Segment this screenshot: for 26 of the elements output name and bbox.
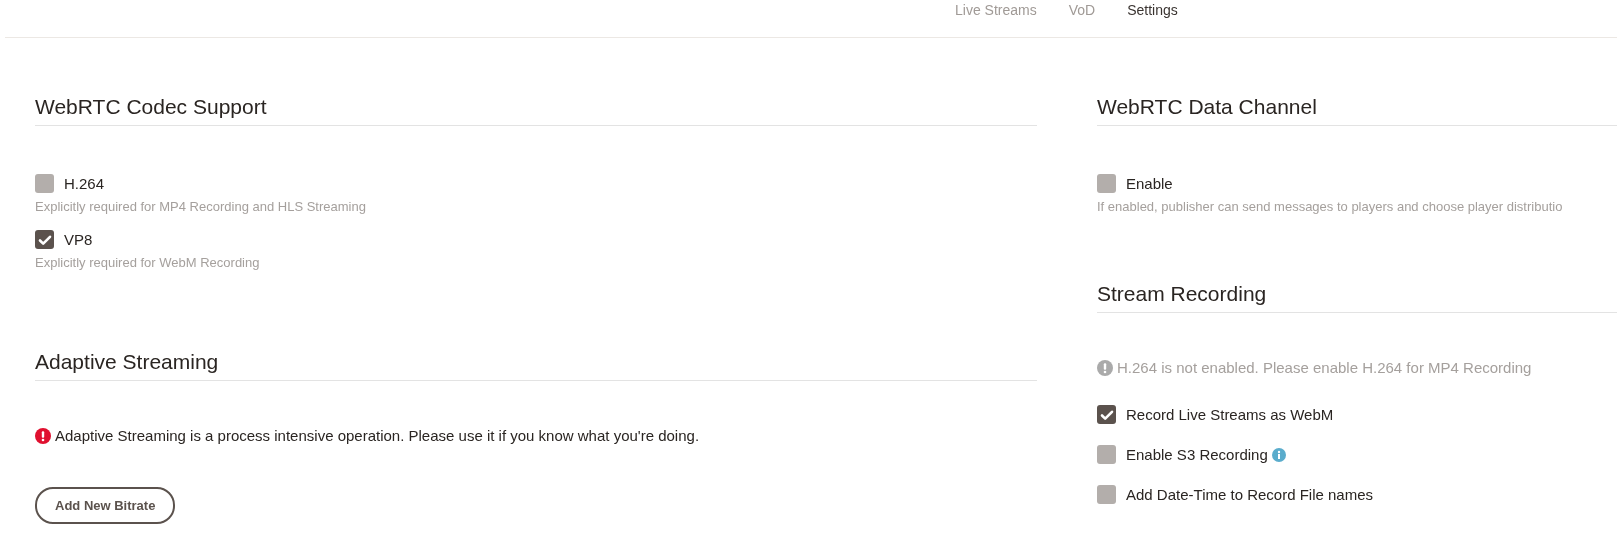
section-heading: WebRTC Codec Support: [35, 95, 1037, 126]
checkbox-label: Enable S3 Recording: [1126, 446, 1268, 463]
section-heading: Adaptive Streaming: [35, 350, 1037, 381]
exclamation-icon: [1097, 359, 1113, 376]
checkbox-label: H.264: [64, 175, 105, 192]
info-icon[interactable]: [1271, 447, 1286, 462]
checkbox-label: Add Date-Time to Record File names: [1126, 486, 1374, 503]
checkbox[interactable]: [1097, 485, 1116, 504]
checkbox-label: Enable: [1126, 175, 1173, 192]
section-heading: WebRTC Data Channel: [1097, 95, 1617, 126]
alert-text: H.264 is not enabled. Please enable H.264 for MP4 Recording: [1117, 359, 1532, 376]
checkbox[interactable]: [35, 230, 54, 249]
nav-tab[interactable]: Settings: [1127, 1, 1178, 18]
checkbox-label: VP8: [64, 231, 93, 248]
checkbox-label: Record Live Streams as WebM: [1126, 406, 1334, 423]
hint-text: Explicitly required for MP4 Recording and HLS Streaming: [35, 199, 367, 214]
checkbox[interactable]: [1097, 405, 1116, 424]
hint-text: Explicitly required for WebM Recording: [35, 255, 261, 270]
hint-text: If enabled, publisher can send messages to players and choose player distributio: [1097, 199, 1564, 214]
add-bitrate-button[interactable]: Add New Bitrate: [35, 487, 176, 524]
checkbox[interactable]: [35, 174, 54, 193]
exclamation-icon: [35, 427, 51, 444]
alert-text: Adaptive Streaming is a process intensive operation. Please use it if you know what you're doing.: [55, 427, 700, 444]
checkbox[interactable]: [1097, 174, 1116, 193]
checkbox[interactable]: [1097, 445, 1116, 464]
section-heading: Stream Recording: [1097, 282, 1617, 313]
